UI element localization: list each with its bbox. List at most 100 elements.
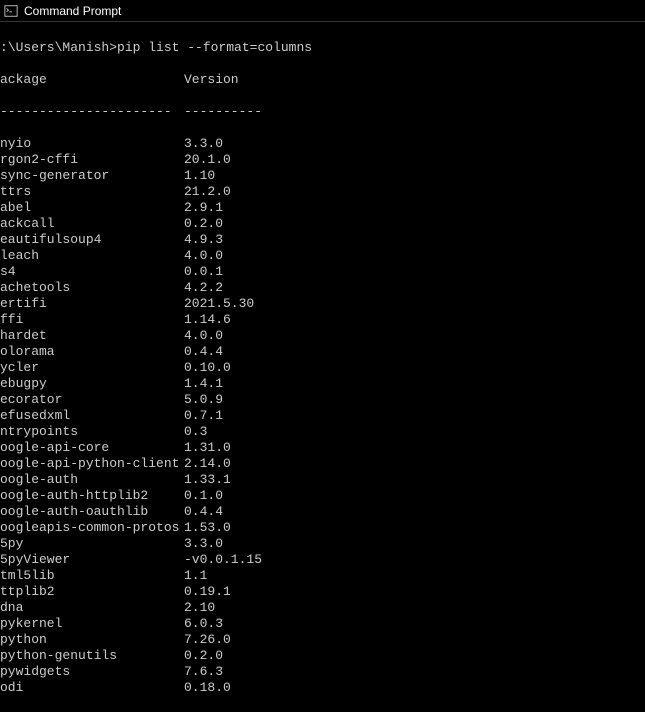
- package-row: ecorator5.0.9: [0, 392, 645, 408]
- package-row: ttplib20.19.1: [0, 584, 645, 600]
- package-row: pykernel6.0.3: [0, 616, 645, 632]
- package-row: ertifi2021.5.30: [0, 296, 645, 312]
- package-row: ackcall0.2.0: [0, 216, 645, 232]
- package-row: oogle-auth-httplib20.1.0: [0, 488, 645, 504]
- package-name: s4: [0, 264, 184, 280]
- package-name: oogle-api-python-client: [0, 456, 184, 472]
- package-row: leach4.0.0: [0, 248, 645, 264]
- header-row: ackageVersion: [0, 72, 645, 88]
- package-name: nyio: [0, 136, 184, 152]
- package-name: ecorator: [0, 392, 184, 408]
- package-version: 1.1: [184, 568, 207, 584]
- package-row: achetools4.2.2: [0, 280, 645, 296]
- package-row: odi0.18.0: [0, 680, 645, 696]
- package-row: oogle-auth-oauthlib0.4.4: [0, 504, 645, 520]
- package-row: dna2.10: [0, 600, 645, 616]
- package-name: abel: [0, 200, 184, 216]
- package-version: 4.2.2: [184, 280, 223, 296]
- header-package: ackage: [0, 72, 184, 88]
- package-row: 5pyViewer-v0.0.1.15: [0, 552, 645, 568]
- package-row: ntrypoints0.3: [0, 424, 645, 440]
- package-version: 3.3.0: [184, 136, 223, 152]
- package-version: 0.19.1: [184, 584, 231, 600]
- package-name: ttplib2: [0, 584, 184, 600]
- package-version: 2.10: [184, 600, 215, 616]
- package-name: hardet: [0, 328, 184, 344]
- package-row: tml5lib1.1: [0, 568, 645, 584]
- package-name: oogleapis-common-protos: [0, 520, 184, 536]
- package-version: 0.2.0: [184, 216, 223, 232]
- package-version: 0.2.0: [184, 648, 223, 664]
- package-row: sync-generator1.10: [0, 168, 645, 184]
- package-row: abel2.9.1: [0, 200, 645, 216]
- package-name: olorama: [0, 344, 184, 360]
- package-row: ffi1.14.6: [0, 312, 645, 328]
- package-version: 5.0.9: [184, 392, 223, 408]
- package-version: 4.9.3: [184, 232, 223, 248]
- window-title: Command Prompt: [24, 4, 121, 18]
- package-version: 1.31.0: [184, 440, 231, 456]
- package-version: -v0.0.1.15: [184, 552, 262, 568]
- package-version: 4.0.0: [184, 248, 223, 264]
- package-name: ffi: [0, 312, 184, 328]
- package-row: ycler0.10.0: [0, 360, 645, 376]
- package-name: leach: [0, 248, 184, 264]
- package-name: python-genutils: [0, 648, 184, 664]
- package-name: efusedxml: [0, 408, 184, 424]
- package-name: oogle-auth: [0, 472, 184, 488]
- separator-version: ----------: [184, 104, 262, 120]
- package-row: eautifulsoup44.9.3: [0, 232, 645, 248]
- cmd-icon: [4, 4, 18, 18]
- package-name: sync-generator: [0, 168, 184, 184]
- package-version: 0.4.4: [184, 344, 223, 360]
- package-name: ertifi: [0, 296, 184, 312]
- package-version: 0.1.0: [184, 488, 223, 504]
- terminal-output[interactable]: :\Users\Manish>pip list --format=columns…: [0, 22, 645, 712]
- package-version: 1.14.6: [184, 312, 231, 328]
- package-name: 5py: [0, 536, 184, 552]
- package-version: 0.18.0: [184, 680, 231, 696]
- package-row: oogleapis-common-protos1.53.0: [0, 520, 645, 536]
- package-version: 7.26.0: [184, 632, 231, 648]
- package-version: 1.53.0: [184, 520, 231, 536]
- package-row: pywidgets7.6.3: [0, 664, 645, 680]
- package-version: 4.0.0: [184, 328, 223, 344]
- package-name: eautifulsoup4: [0, 232, 184, 248]
- package-name: 5pyViewer: [0, 552, 184, 568]
- package-version: 20.1.0: [184, 152, 231, 168]
- package-name: pywidgets: [0, 664, 184, 680]
- package-name: odi: [0, 680, 184, 696]
- package-row: hardet4.0.0: [0, 328, 645, 344]
- package-row: rgon2-cffi20.1.0: [0, 152, 645, 168]
- separator-package: ----------------------: [0, 104, 184, 120]
- prompt-line: :\Users\Manish>pip list --format=columns: [0, 40, 645, 56]
- package-version: 2021.5.30: [184, 296, 254, 312]
- package-name: ebugpy: [0, 376, 184, 392]
- package-version: 0.3: [184, 424, 207, 440]
- package-version: 1.10: [184, 168, 215, 184]
- package-version: 0.0.1: [184, 264, 223, 280]
- package-row: efusedxml0.7.1: [0, 408, 645, 424]
- package-name: python: [0, 632, 184, 648]
- package-version: 1.33.1: [184, 472, 231, 488]
- package-version: 0.10.0: [184, 360, 231, 376]
- package-name: oogle-api-core: [0, 440, 184, 456]
- package-version: 6.0.3: [184, 616, 223, 632]
- package-list: nyio3.3.0rgon2-cffi20.1.0sync-generator1…: [0, 136, 645, 696]
- package-version: 1.4.1: [184, 376, 223, 392]
- package-row: oogle-auth1.33.1: [0, 472, 645, 488]
- titlebar[interactable]: Command Prompt: [0, 0, 645, 22]
- package-version: 0.4.4: [184, 504, 223, 520]
- package-name: oogle-auth-httplib2: [0, 488, 184, 504]
- package-row: 5py3.3.0: [0, 536, 645, 552]
- package-row: python-genutils0.2.0: [0, 648, 645, 664]
- package-name: tml5lib: [0, 568, 184, 584]
- package-version: 2.14.0: [184, 456, 231, 472]
- package-name: achetools: [0, 280, 184, 296]
- header-version: Version: [184, 72, 239, 88]
- package-row: ebugpy1.4.1: [0, 376, 645, 392]
- package-version: 21.2.0: [184, 184, 231, 200]
- package-name: oogle-auth-oauthlib: [0, 504, 184, 520]
- package-version: 2.9.1: [184, 200, 223, 216]
- package-name: rgon2-cffi: [0, 152, 184, 168]
